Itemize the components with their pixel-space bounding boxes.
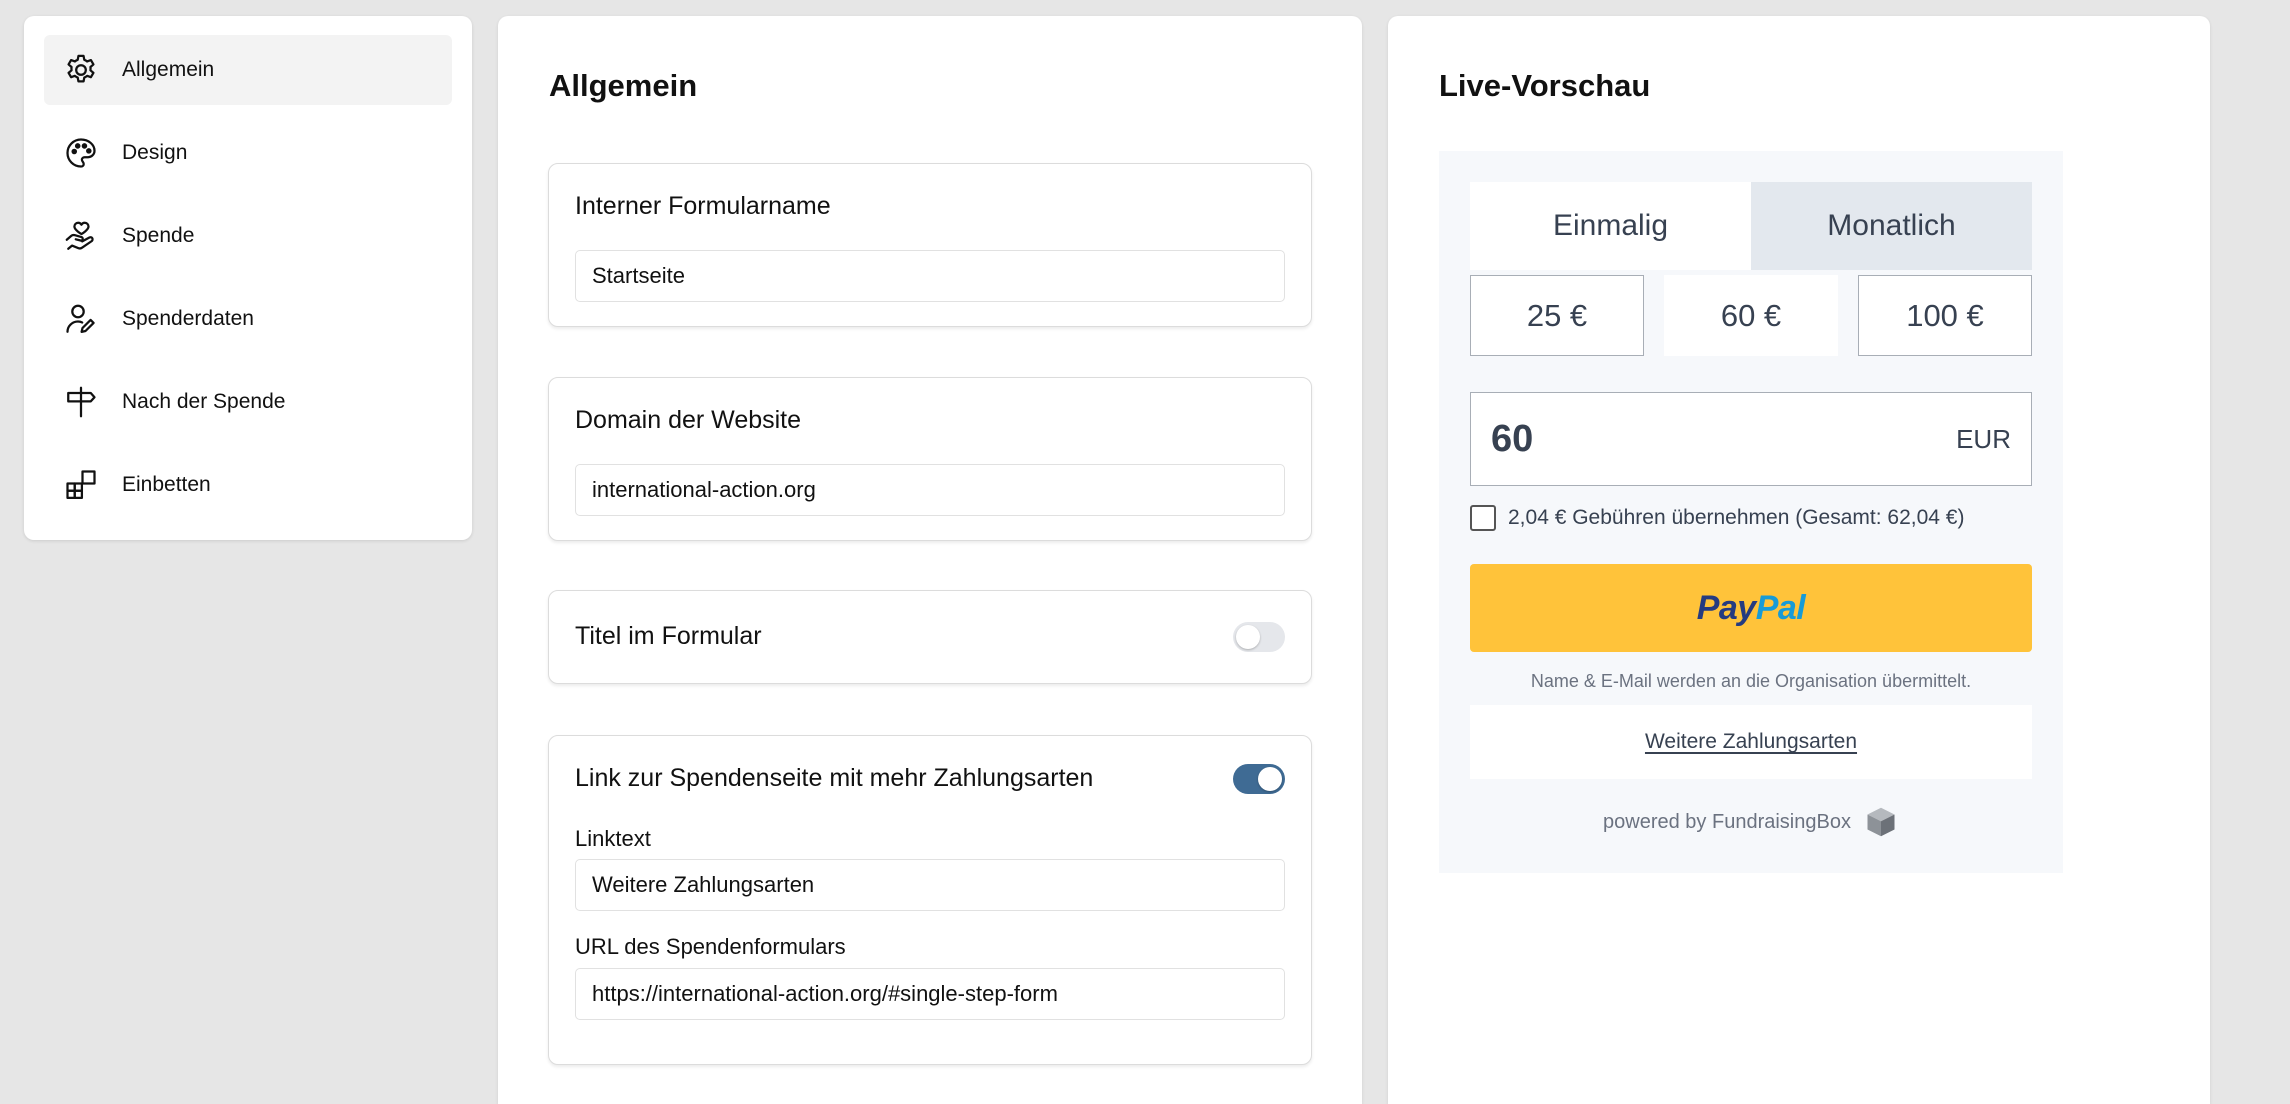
donation-link-toggle[interactable]	[1233, 764, 1285, 794]
sidebar-item-label: Allgemein	[122, 58, 215, 81]
settings-sidebar: Allgemein Design Spende Spenderdaten Nac…	[24, 16, 472, 540]
paypal-logo-part2: Pal	[1755, 588, 1806, 627]
cover-fees-label: 2,04 € Gebühren übernehmen (Gesamt: 62,0…	[1508, 506, 1965, 529]
hand-heart-icon	[62, 217, 100, 255]
cover-fees-checkbox[interactable]	[1470, 505, 1496, 531]
linktext-label: Linktext	[575, 826, 651, 851]
more-payments-link[interactable]: Weitere Zahlungsarten	[1645, 730, 1857, 754]
sidebar-item-spende[interactable]: Spende	[44, 201, 452, 271]
more-payments-box: Weitere Zahlungsarten	[1470, 705, 2032, 779]
frequency-tabs: Einmalig Monatlich	[1470, 182, 2032, 270]
sidebar-item-spenderdaten[interactable]: Spenderdaten	[44, 284, 452, 354]
general-settings-panel: Allgemein Interner Formularname Domain d…	[498, 16, 1362, 1104]
paypal-button[interactable]: PayPal	[1470, 564, 2032, 652]
preview-title: Live-Vorschau	[1439, 68, 1651, 103]
domain-card: Domain der Website	[548, 377, 1312, 541]
form-name-card: Interner Formularname	[548, 163, 1312, 327]
powered-by: powered by FundraisingBox	[1470, 804, 2032, 840]
amount-option-100[interactable]: 100 €	[1858, 275, 2032, 356]
sidebar-item-label: Design	[122, 141, 188, 164]
domain-input[interactable]	[575, 464, 1285, 516]
form-name-input[interactable]	[575, 250, 1285, 302]
domain-label: Domain der Website	[575, 406, 802, 434]
tab-monatlich[interactable]: Monatlich	[1751, 182, 2032, 270]
privacy-note: Name & E-Mail werden an die Organisation…	[1530, 671, 1972, 691]
sidebar-item-label: Spenderdaten	[122, 307, 254, 330]
amount-option-60[interactable]: 60 €	[1664, 275, 1838, 356]
sidebar-item-label: Spende	[122, 224, 195, 247]
form-url-input[interactable]	[575, 968, 1285, 1020]
sidebar-item-label: Einbetten	[122, 473, 211, 496]
form-title-label: Titel im Formular	[575, 622, 762, 650]
sidebar-item-nach-der-spende[interactable]: Nach der Spende	[44, 367, 452, 437]
paypal-logo: PayPal	[1697, 589, 1806, 628]
signpost-icon	[62, 383, 100, 421]
toggle-knob	[1236, 625, 1260, 649]
user-edit-icon	[62, 300, 100, 338]
sidebar-item-design[interactable]: Design	[44, 118, 452, 188]
toggle-knob	[1258, 767, 1282, 791]
powered-by-text: powered by FundraisingBox	[1603, 810, 1851, 833]
donation-link-card: Link zur Spendenseite mit mehr Zahlungsa…	[548, 735, 1312, 1065]
amount-option-25[interactable]: 25 €	[1470, 275, 1644, 356]
form-name-label: Interner Formularname	[575, 192, 831, 220]
form-title-toggle[interactable]	[1233, 622, 1285, 652]
widgets-icon	[62, 466, 100, 504]
palette-icon	[62, 134, 100, 172]
form-title-card: Titel im Formular	[548, 590, 1312, 684]
tab-einmalig[interactable]: Einmalig	[1470, 182, 1751, 270]
donation-link-label: Link zur Spendenseite mit mehr Zahlungsa…	[575, 764, 1094, 792]
sidebar-item-label: Nach der Spende	[122, 390, 286, 413]
linktext-input[interactable]	[575, 859, 1285, 911]
amount-value: 60	[1491, 417, 1534, 460]
currency-label: EUR	[1956, 423, 2011, 454]
fee-row: 2,04 € Gebühren übernehmen (Gesamt: 62,0…	[1470, 505, 1964, 531]
sidebar-item-allgemein[interactable]: Allgemein	[44, 35, 452, 105]
form-url-label: URL des Spendenformulars	[575, 934, 846, 959]
gear-icon	[62, 51, 100, 89]
fundraisingbox-cube-icon	[1867, 807, 1895, 837]
live-preview-panel: Live-Vorschau Einmalig Monatlich	[1388, 16, 2210, 1104]
sidebar-item-einbetten[interactable]: Einbetten	[44, 450, 452, 520]
page-title: Allgemein	[549, 68, 698, 103]
paypal-logo-part1: Pay	[1696, 588, 1757, 627]
custom-amount-input[interactable]: 60 EUR	[1470, 392, 2032, 486]
